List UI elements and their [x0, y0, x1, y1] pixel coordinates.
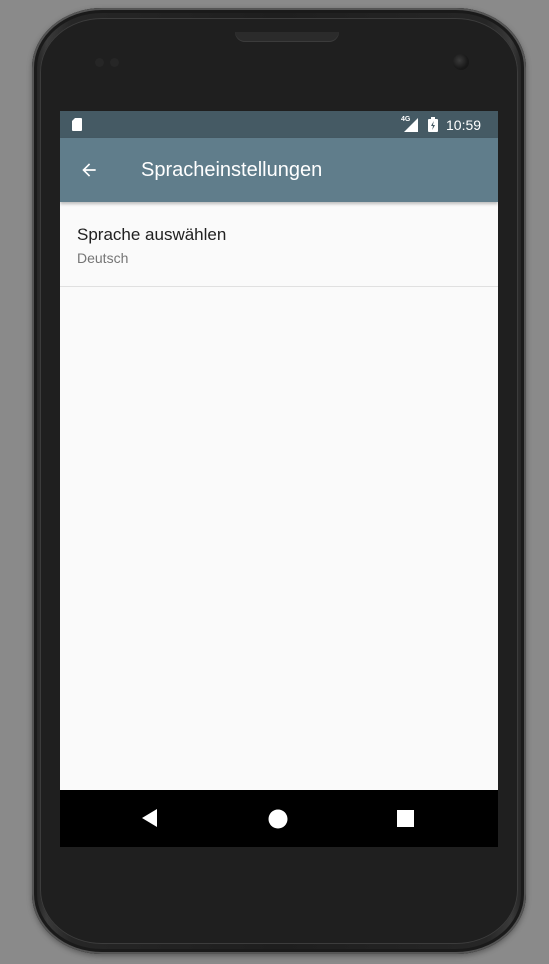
app-toolbar: Spracheinstellungen: [60, 138, 498, 202]
nav-back-icon[interactable]: [140, 807, 162, 829]
preference-title: Sprache auswählen: [77, 225, 227, 244]
nav-home-icon[interactable]: [267, 808, 289, 830]
front-camera: [453, 54, 469, 70]
navigation-bar: [60, 790, 498, 847]
proximity-sensor: [95, 58, 104, 67]
earpiece-speaker: [235, 32, 339, 42]
page-title: Spracheinstellungen: [141, 159, 323, 181]
sd-card-icon: [72, 118, 82, 131]
nav-recents-icon[interactable]: [396, 809, 415, 828]
signal-icon: [404, 118, 418, 132]
status-bar-clock: 10:59: [446, 117, 482, 133]
light-sensor: [110, 58, 119, 67]
back-button[interactable]: [74, 155, 104, 185]
preference-select-language[interactable]: Sprache auswählen Deutsch: [60, 202, 498, 287]
preference-summary: Deutsch: [77, 250, 129, 266]
arrow-back-icon: [82, 163, 96, 177]
battery-icon: [428, 117, 438, 132]
status-bar: 4G 10:59: [60, 111, 498, 138]
device-screen: 4G 10:59 Spracheinstellungen Sprache aus…: [60, 111, 498, 847]
